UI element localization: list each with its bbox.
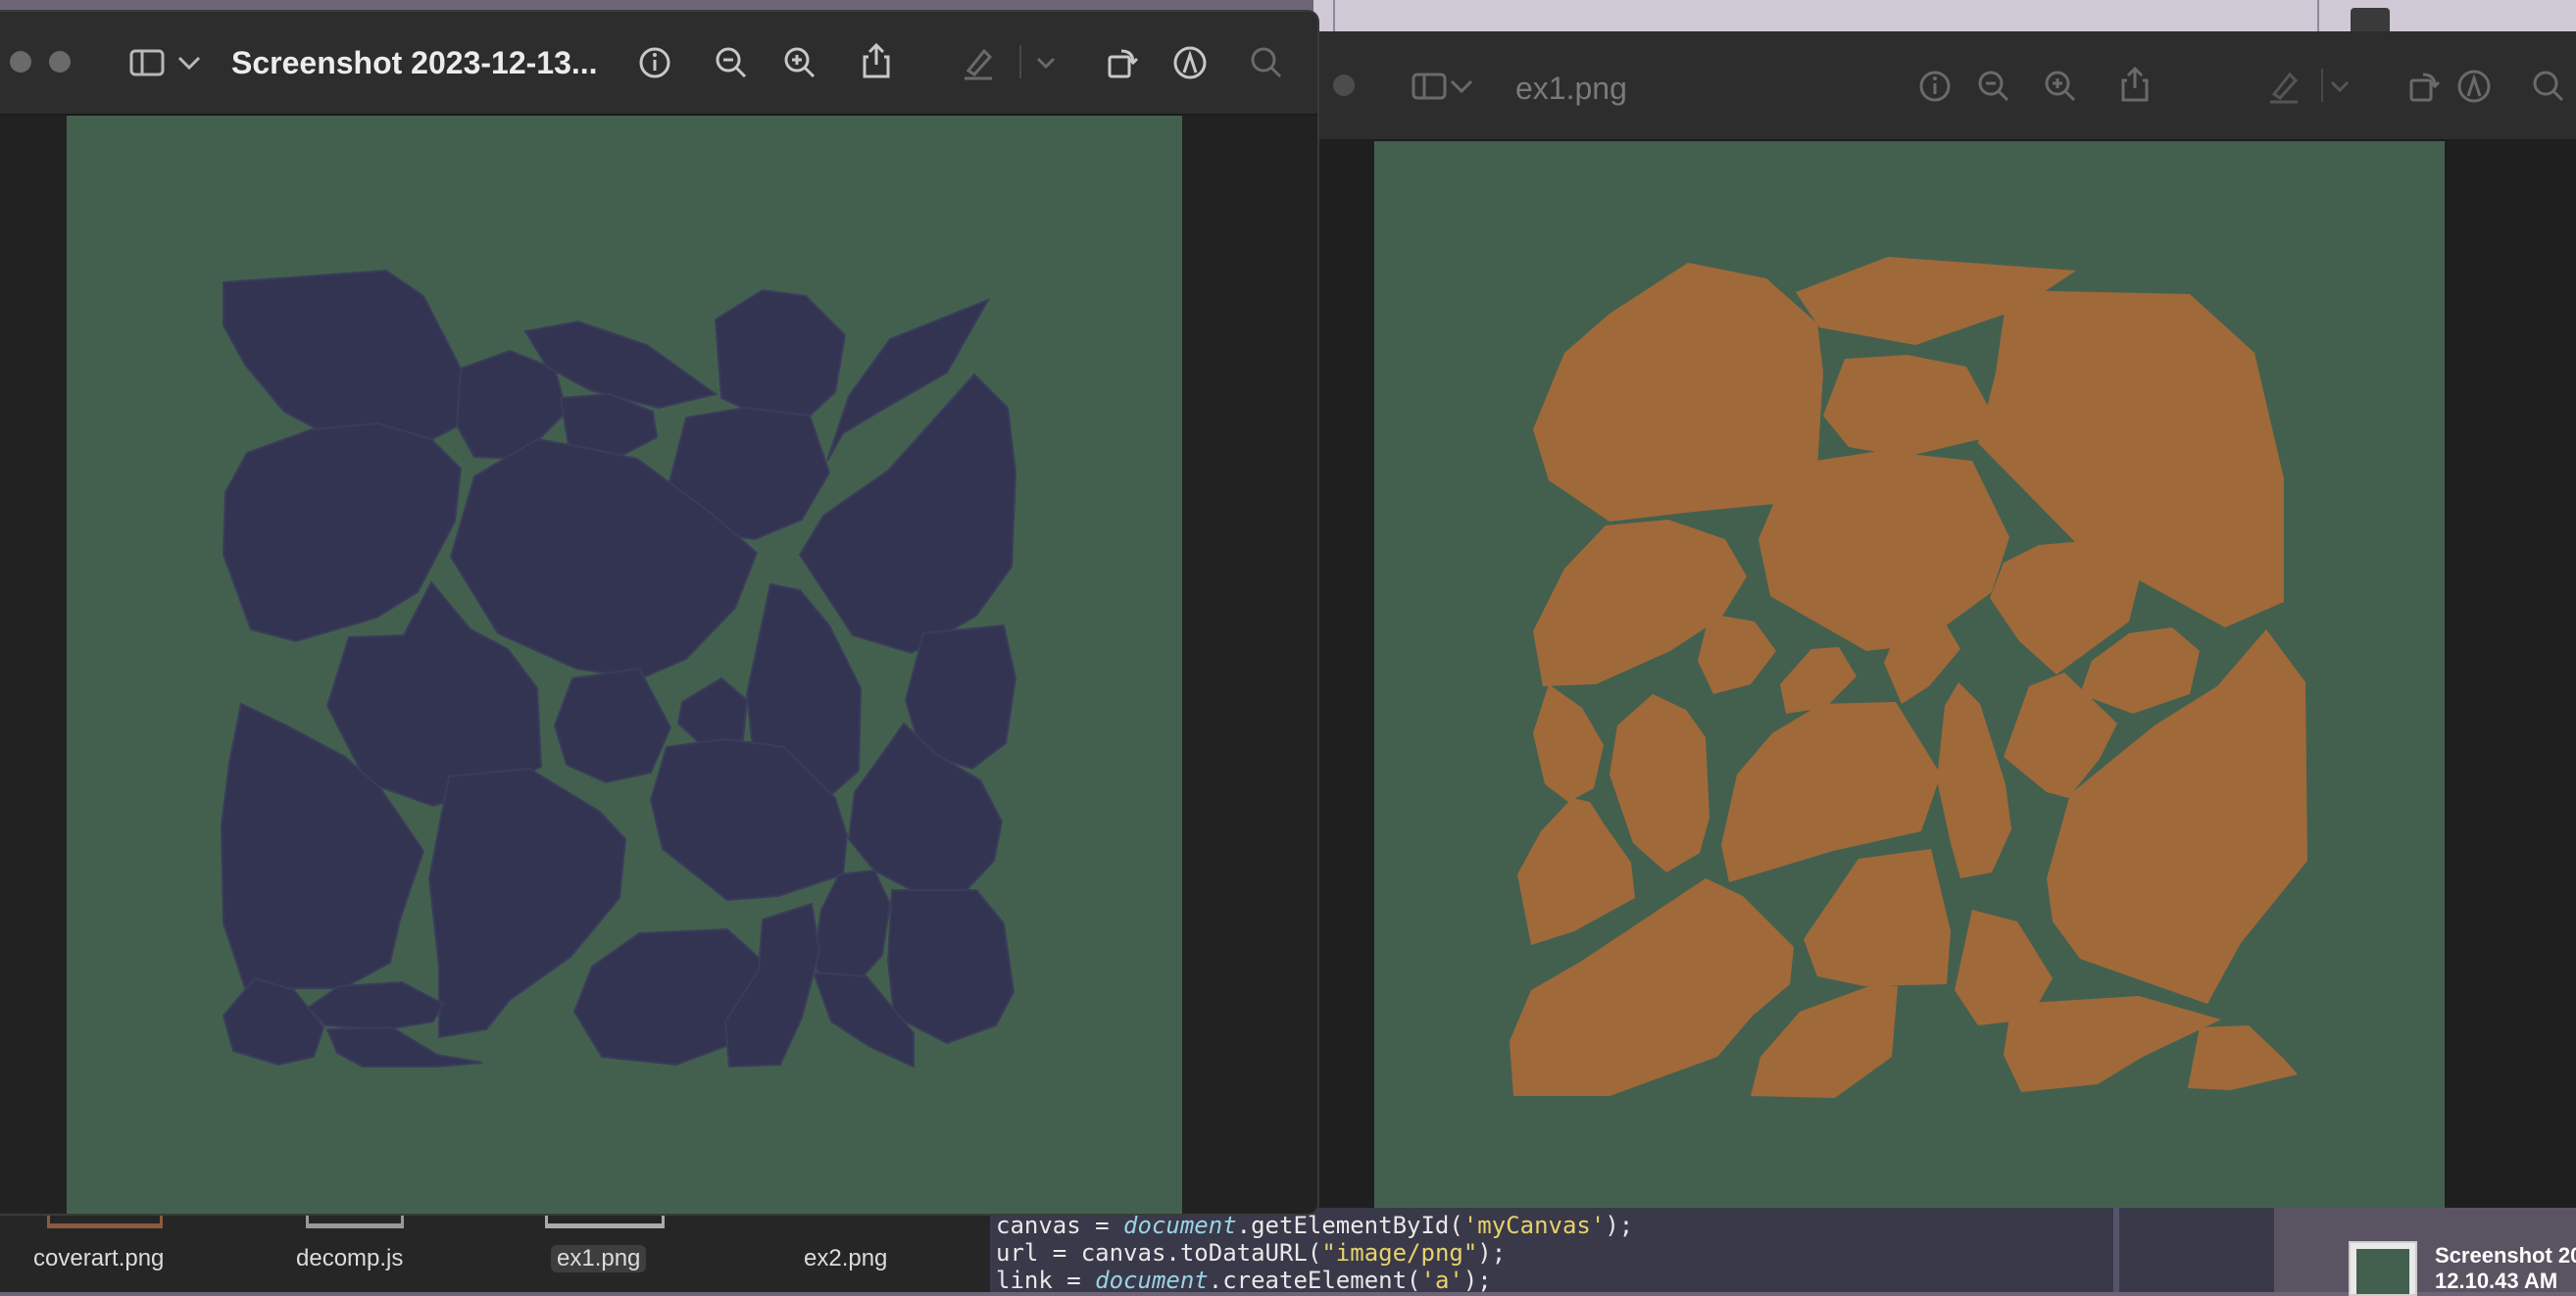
search-icon[interactable] xyxy=(1245,41,1288,84)
image-canvas xyxy=(67,116,1182,1214)
file-name-coverart[interactable]: coverart.png xyxy=(33,1245,164,1272)
markup-pen-icon[interactable] xyxy=(957,41,1000,84)
code-line: url = canvas.toDataURL("image/png"); xyxy=(996,1239,1507,1267)
info-icon[interactable] xyxy=(1913,65,1957,108)
editor-scrollbar[interactable] xyxy=(2113,1206,2119,1292)
sidebar-icon[interactable] xyxy=(125,41,169,84)
share-icon[interactable] xyxy=(2113,63,2156,106)
window-control-dot[interactable] xyxy=(10,51,31,73)
chevron-down-icon[interactable] xyxy=(174,41,204,84)
code-line: canvas = document.getElementById('myCanv… xyxy=(996,1212,1634,1239)
share-icon[interactable] xyxy=(855,39,898,82)
zoom-out-icon[interactable] xyxy=(1972,65,2015,108)
toolbar-separator xyxy=(1019,45,1021,78)
file-name-ex2[interactable]: ex2.png xyxy=(804,1245,887,1272)
file-name-decomp[interactable]: decomp.js xyxy=(296,1245,403,1272)
info-icon[interactable] xyxy=(633,41,676,84)
stone-shape xyxy=(1823,355,1988,457)
zoom-in-icon[interactable] xyxy=(2039,65,2082,108)
window-title: Screenshot 2023-12-13... xyxy=(231,45,598,80)
rotate-icon[interactable] xyxy=(1100,41,1143,84)
markup-pen-icon[interactable] xyxy=(2262,65,2305,108)
annotate-icon[interactable] xyxy=(1168,41,1212,84)
window-title: ex1.png xyxy=(1515,71,1627,106)
chevron-down-icon[interactable] xyxy=(2325,65,2354,108)
rotate-icon[interactable] xyxy=(2402,65,2445,108)
preview-window-screenshot[interactable]: Screenshot 2023-12-13... xyxy=(0,10,1319,1216)
chevron-down-icon[interactable] xyxy=(1447,65,1476,108)
window-control-dot[interactable] xyxy=(49,51,71,73)
desktop-screenshot-item[interactable]: Screenshot 20 12.10.43 AM xyxy=(2274,1206,2576,1296)
screenshot-thumbnail xyxy=(2349,1241,2417,1296)
chevron-down-icon[interactable] xyxy=(1031,41,1061,84)
stone-shape xyxy=(886,889,1016,1045)
preview-window-ex1[interactable]: ex1.png xyxy=(1317,31,2576,1208)
window-control-dot[interactable] xyxy=(1333,75,1355,96)
search-icon[interactable] xyxy=(2527,65,2570,108)
finder-file-strip: coverart.png decomp.js ex1.png ex2.png xyxy=(0,1206,990,1292)
file-name-ex1-selected[interactable]: ex1.png xyxy=(551,1245,647,1272)
code-editor[interactable]: canvas = document.getElementById('myCanv… xyxy=(990,1206,2284,1294)
code-line: link = document.createElement('a'); xyxy=(996,1267,1492,1294)
screenshot-label: Screenshot 20 12.10.43 AM xyxy=(2435,1243,2576,1293)
image-canvas xyxy=(1374,141,2445,1208)
annotate-icon[interactable] xyxy=(2452,65,2496,108)
zoom-out-icon[interactable] xyxy=(710,41,753,84)
zoom-in-icon[interactable] xyxy=(778,41,821,84)
